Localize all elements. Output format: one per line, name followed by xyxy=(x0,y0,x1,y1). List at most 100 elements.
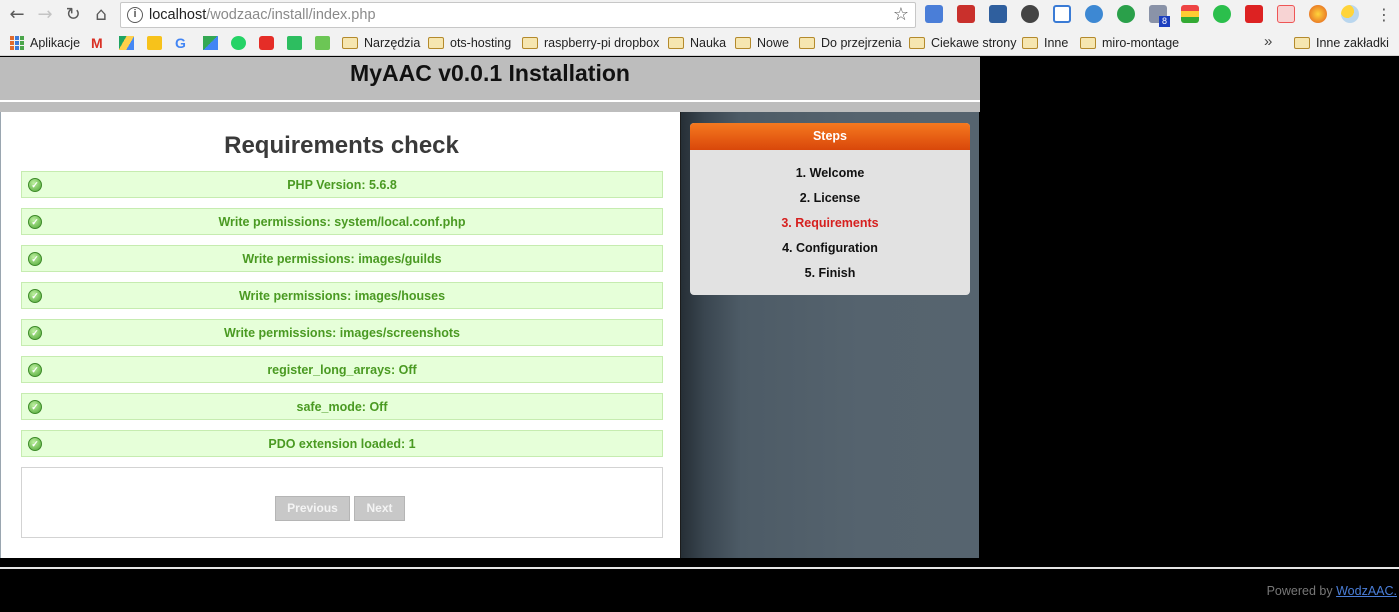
reload-icon[interactable]: ↻ xyxy=(62,4,84,26)
bookmark-google[interactable]: G xyxy=(175,35,196,51)
pushbullet-extension-icon[interactable] xyxy=(1117,5,1135,23)
bookmark-label: ots-hosting xyxy=(450,36,512,50)
bookmark-folder-narzedzia[interactable]: Narzędzia xyxy=(342,35,420,51)
step-welcome: 1. Welcome xyxy=(795,166,865,180)
bookmark-label: Nauka xyxy=(690,36,727,50)
requirement-row: ✓ safe_mode: Off xyxy=(21,393,663,420)
screenshot-extension-icon[interactable] xyxy=(1053,5,1071,23)
evernote-icon xyxy=(287,36,302,50)
folder-icon xyxy=(342,37,358,49)
url-host: localhost xyxy=(149,7,207,23)
requirement-text: safe_mode: Off xyxy=(296,400,388,414)
step-license: 2. License xyxy=(799,191,861,205)
requirement-row: ✓ Write permissions: system/local.conf.ph… xyxy=(21,208,663,235)
requirement-row: ✓ PDO extension loaded: 1 xyxy=(21,430,663,457)
menu-icon[interactable]: ⋮ xyxy=(1373,4,1395,26)
header-spacer xyxy=(0,102,980,112)
requirement-row: ✓ Write permissions: images/houses xyxy=(21,282,663,309)
bookmark-evernote[interactable] xyxy=(287,35,308,51)
address-bar[interactable]: i localhost/wodzaac/install/index.php ☆ xyxy=(120,2,916,28)
footer-divider xyxy=(0,567,1399,569)
home-icon[interactable]: ⌂ xyxy=(90,4,112,26)
bookmark-folder-raspberry[interactable]: raspberry-pi dropbox xyxy=(522,35,659,51)
folder-icon xyxy=(1294,37,1310,49)
requirement-text: Write permissions: images/houses xyxy=(238,289,446,303)
bookmarks-bar: Aplikacje M G Narzędzia ots-hosting rasp… xyxy=(0,30,1399,56)
wodzaac-link[interactable]: WodzAAC. xyxy=(1336,584,1397,598)
youtube-icon xyxy=(259,36,274,50)
bookmark-keep[interactable] xyxy=(147,35,168,51)
bookmark-apps[interactable]: Aplikacje xyxy=(10,35,80,51)
steps-header: Steps xyxy=(690,123,970,150)
folder-icon xyxy=(428,37,444,49)
whatsapp-icon xyxy=(231,36,246,50)
gmail-icon: M xyxy=(91,35,103,51)
step-configuration: 4. Configuration xyxy=(782,241,878,255)
bookmark-whatsapp[interactable] xyxy=(231,35,252,51)
feedly-icon xyxy=(315,36,330,50)
forward-icon[interactable]: → xyxy=(34,4,56,26)
main-panel: Requirements check ✓ PHP Version: 5.6.8 ✓… xyxy=(0,112,681,558)
weather-extension-icon[interactable] xyxy=(1341,5,1359,23)
folder-icon xyxy=(735,37,751,49)
bookmark-label: Narzędzia xyxy=(364,36,421,50)
bookmark-maps[interactable] xyxy=(203,35,224,51)
download-extension-icon[interactable] xyxy=(989,5,1007,23)
navigation-panel: Previous Next xyxy=(21,467,663,538)
bookmark-gmail[interactable]: M xyxy=(91,35,112,51)
powered-by: Powered by WodzAAC. xyxy=(1267,584,1397,598)
keep-icon xyxy=(147,36,162,50)
colorful-extension-icon[interactable] xyxy=(1181,5,1199,23)
blocked-extension-icon[interactable] xyxy=(1277,5,1295,23)
bookmark-folder-inne[interactable]: Inne xyxy=(1022,35,1068,51)
folder-icon xyxy=(909,37,925,49)
folder-icon xyxy=(799,37,815,49)
bookmarks-overflow-icon[interactable]: » xyxy=(1264,33,1272,50)
bookmark-folder-miro-montage[interactable]: miro-montage xyxy=(1080,35,1179,51)
bookmark-label: Do przejrzenia xyxy=(821,36,902,50)
requirement-text: PHP Version: 5.6.8 xyxy=(287,178,397,192)
requirement-text: PDO extension loaded: 1 xyxy=(268,437,416,451)
page-title: MyAAC v0.0.1 Installation xyxy=(350,60,630,86)
requirement-row: ✓ PHP Version: 5.6.8 xyxy=(21,171,663,198)
next-button[interactable]: Next xyxy=(354,496,405,521)
bookmark-folder-ciekawe-strony[interactable]: Ciekawe strony xyxy=(909,35,1016,51)
extension-badge: 8 xyxy=(1159,16,1170,27)
bookmark-label: Aplikacje xyxy=(30,36,81,50)
site-info-icon[interactable]: i xyxy=(127,7,143,23)
back-icon[interactable]: ← xyxy=(6,4,28,26)
share-extension-icon[interactable] xyxy=(1213,5,1231,23)
drive-icon xyxy=(119,36,134,50)
requirement-text: Write permissions: images/screenshots xyxy=(224,326,460,340)
browser-extension-icon[interactable] xyxy=(1309,5,1327,23)
google-icon: G xyxy=(175,35,186,51)
step-requirements: 3. Requirements xyxy=(781,216,879,230)
address-url[interactable]: localhost/wodzaac/install/index.php xyxy=(149,7,376,23)
bookmark-youtube[interactable] xyxy=(259,35,280,51)
folder-icon xyxy=(522,37,538,49)
folder-icon xyxy=(1022,37,1038,49)
cloud-extension-icon[interactable] xyxy=(1085,5,1103,23)
bookmark-label: Inne zakładki xyxy=(1316,36,1389,50)
bookmark-other-folder[interactable]: Inne zakładki xyxy=(1294,35,1389,51)
bookmark-label: Nowe xyxy=(757,36,789,50)
pdf-extension-icon[interactable] xyxy=(1245,5,1263,23)
bookmark-folder-nauka[interactable]: Nauka xyxy=(668,35,726,51)
bookmark-folder-nowe[interactable]: Nowe xyxy=(735,35,789,51)
requirement-row: ✓ Write permissions: images/screenshots xyxy=(21,319,663,346)
bookmark-feedly[interactable] xyxy=(315,35,336,51)
bookmark-folder-ots-hosting[interactable]: ots-hosting xyxy=(428,35,511,51)
settings-extension-icon[interactable] xyxy=(1021,5,1039,23)
bookmark-folder-do-przejrzenia[interactable]: Do przejrzenia xyxy=(799,35,902,51)
translate-extension-icon[interactable] xyxy=(925,5,943,23)
bookmark-drive[interactable] xyxy=(119,35,140,51)
requirement-row: ✓ register_long_arrays: Off xyxy=(21,356,663,383)
bookmark-star-icon[interactable]: ☆ xyxy=(893,4,909,25)
folder-icon xyxy=(1080,37,1096,49)
bookmark-label: Inne xyxy=(1044,36,1069,50)
requirement-text: Write permissions: system/local.conf.php xyxy=(218,215,466,229)
url-path: /wodzaac/install/index.php xyxy=(206,7,376,23)
previous-button[interactable]: Previous xyxy=(275,496,350,521)
folder-icon xyxy=(668,37,684,49)
lastpass-extension-icon[interactable] xyxy=(957,5,975,23)
